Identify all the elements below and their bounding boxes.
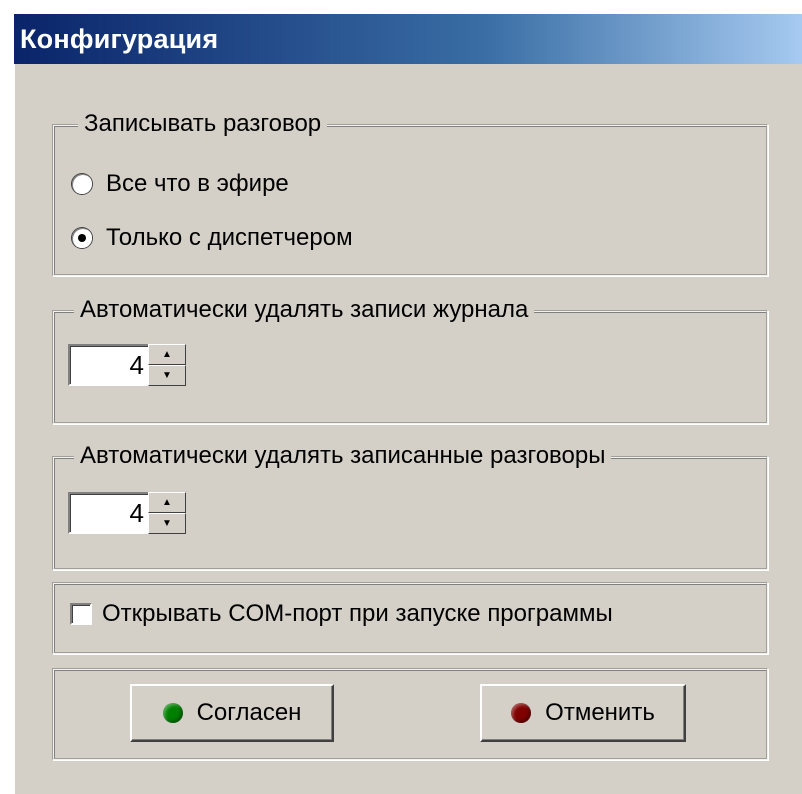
recordings-days-spin-buttons: ▲ ▼ bbox=[148, 492, 186, 534]
radio-label-all-on-air: Все что в эфире bbox=[106, 170, 289, 197]
radio-all-on-air[interactable]: Все что в эфире bbox=[72, 170, 289, 198]
buttons-panel: Согласен Отменить bbox=[52, 668, 768, 760]
radio-button-all-on-air[interactable] bbox=[72, 174, 92, 194]
log-days-down-arrow-icon[interactable]: ▼ bbox=[148, 365, 186, 386]
com-port-checkbox-row[interactable]: Открывать COM-порт при запуске программы bbox=[70, 600, 613, 628]
com-port-label: Открывать COM-порт при запуске программы bbox=[102, 600, 613, 627]
cancel-button[interactable]: Отменить bbox=[480, 684, 686, 742]
com-port-panel: Открывать COM-порт при запуске программы bbox=[52, 582, 768, 654]
record-conversation-group: Записывать разговор Все что в эфире Толь… bbox=[52, 108, 768, 276]
recordings-days-input[interactable]: 4 bbox=[68, 492, 148, 534]
cancel-button-label: Отменить bbox=[545, 699, 655, 726]
recordings-days-up-arrow-icon[interactable]: ▲ bbox=[148, 492, 186, 513]
radio-label-dispatcher-only: Только с диспетчером bbox=[106, 224, 353, 251]
agree-button-label: Согласен bbox=[196, 699, 302, 726]
auto-delete-recordings-group: Автоматически удалять записанные разгово… bbox=[52, 440, 768, 570]
log-days-input[interactable]: 4 bbox=[68, 344, 148, 386]
agree-button[interactable]: Согласен bbox=[130, 684, 334, 742]
auto-delete-log-label: Автоматически удалять записи журнала bbox=[74, 294, 535, 326]
auto-delete-log-group: Автоматически удалять записи журнала 4 ▲… bbox=[52, 294, 768, 424]
red-led-icon bbox=[511, 703, 532, 723]
window-title: Конфигурация bbox=[14, 14, 802, 64]
radio-button-dispatcher-only[interactable] bbox=[72, 228, 92, 248]
green-led-icon bbox=[162, 703, 183, 723]
radio-dispatcher-only[interactable]: Только с диспетчером bbox=[72, 224, 353, 252]
radio-selected-dot bbox=[78, 234, 86, 242]
com-port-checkbox[interactable] bbox=[70, 603, 92, 625]
log-days-up-arrow-icon[interactable]: ▲ bbox=[148, 344, 186, 365]
log-days-spinner[interactable]: 4 ▲ ▼ bbox=[68, 344, 186, 386]
record-conversation-label: Записывать разговор bbox=[78, 108, 328, 140]
auto-delete-recordings-label: Автоматически удалять записанные разгово… bbox=[74, 440, 612, 472]
configuration-dialog: Конфигурация Записывать разговор Все что… bbox=[14, 14, 802, 794]
recordings-days-spinner[interactable]: 4 ▲ ▼ bbox=[68, 492, 186, 534]
recordings-days-down-arrow-icon[interactable]: ▼ bbox=[148, 513, 186, 534]
log-days-spin-buttons: ▲ ▼ bbox=[148, 344, 186, 386]
